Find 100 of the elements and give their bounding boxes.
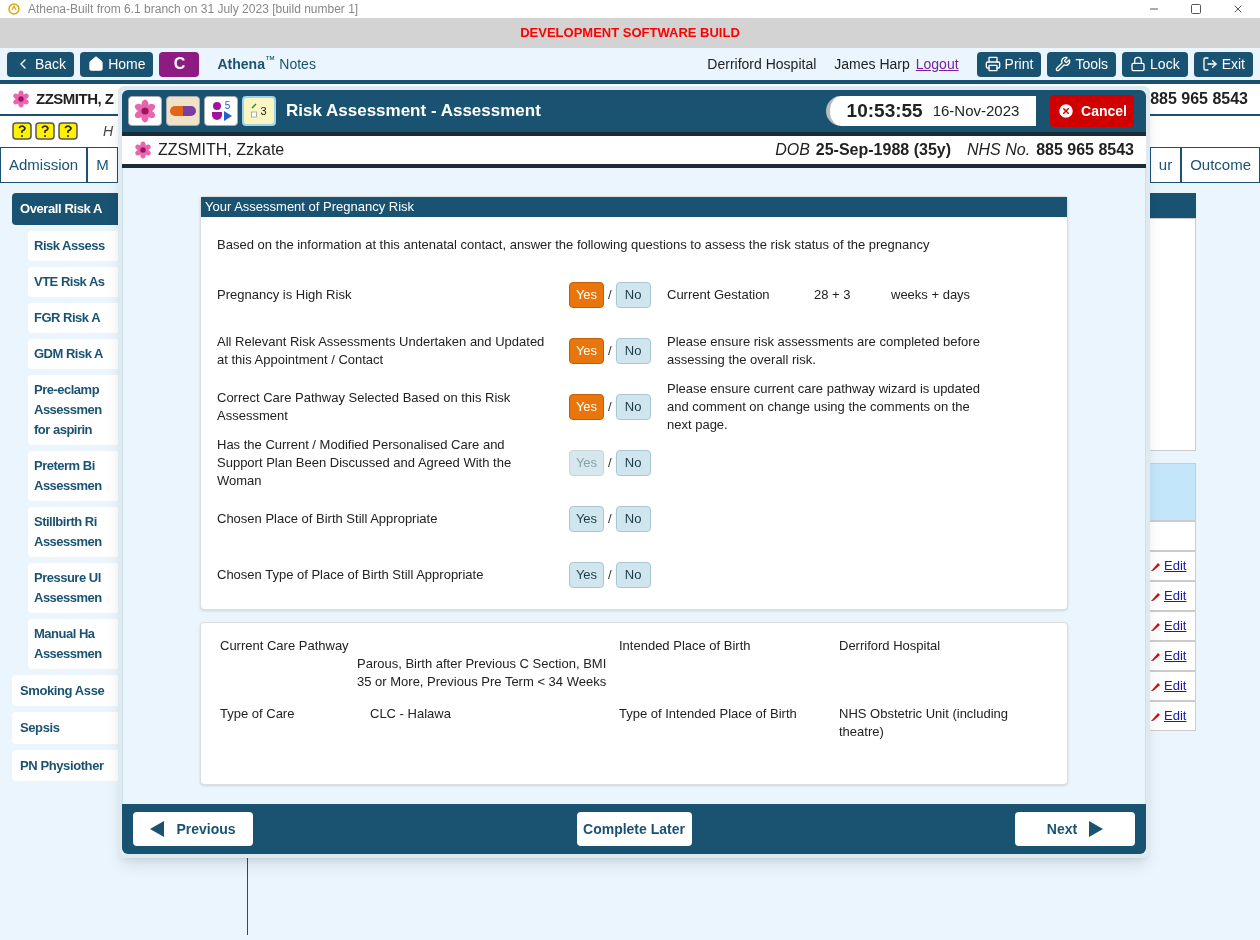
user-name: James Harp	[834, 54, 910, 74]
slash-separator: /	[608, 453, 612, 472]
question-label: Pregnancy is High Risk	[217, 285, 353, 304]
pencil-icon	[1150, 590, 1161, 602]
printer-icon	[984, 56, 1001, 72]
question-note: Please ensure risk assessments are completed before assessing the overall risk.	[667, 332, 981, 369]
home-icon	[88, 56, 105, 72]
close-icon[interactable]	[1232, 3, 1244, 15]
info-text: H	[103, 121, 114, 141]
clock-date: 16-Nov-2023	[932, 100, 1020, 121]
no-button[interactable]: No	[615, 561, 651, 588]
brand-name: Athena$^{™}$ Notes	[217, 53, 316, 74]
person-icon	[210, 101, 223, 121]
summary-value: NHS Obstetric Unit (including theatre)	[839, 705, 1010, 741]
person-tile[interactable]: 5	[204, 96, 238, 126]
capsule-icon	[170, 106, 196, 116]
slash-separator: /	[608, 341, 612, 360]
lock-icon	[1130, 56, 1147, 72]
flower-icon	[133, 99, 157, 123]
notes-tile[interactable]: 3	[242, 96, 276, 126]
checklist-icon	[251, 103, 258, 119]
exit-icon	[1201, 56, 1218, 72]
question-label: Chosen Place of Birth Still Appropriate	[217, 509, 439, 528]
clock-time: 10:53:55	[846, 98, 923, 123]
flower-tile[interactable]	[128, 96, 162, 126]
patient-name: ZZSMITH, Zzkate	[158, 140, 285, 160]
dialog-title: Risk Assessment - Assessment	[286, 100, 541, 123]
no-button[interactable]: No	[615, 337, 651, 364]
question-label: Chosen Type of Place of Birth Still Appropriate	[217, 565, 485, 584]
flower-icon	[134, 141, 152, 159]
slash-separator: /	[608, 509, 612, 528]
summary-value: Parous, Birth after Previous C Section, BMI 35 or More, Previous Pre Term < 34 Weeks	[357, 655, 608, 691]
close-icon	[1057, 102, 1076, 120]
tab[interactable]: Outcome	[1181, 147, 1260, 182]
summary-label: Intended Place of Birth	[619, 637, 752, 655]
no-button[interactable]: No	[615, 505, 651, 532]
play-icon	[223, 111, 232, 121]
logout-link[interactable]: Logout	[915, 53, 959, 75]
dob-label: DOB	[775, 140, 810, 160]
summary-label: Type of Care	[220, 705, 296, 723]
site-name: Derriford Hospital	[707, 54, 817, 74]
notes-count: 3	[260, 103, 267, 119]
tools-button[interactable]: Tools	[1047, 51, 1117, 77]
question-label: Correct Care Pathway Selected Based on this Risk Assessment	[217, 388, 512, 425]
dob-value: 25-Sep-1988 (35y)	[815, 140, 951, 160]
question-label: All Relevant Risk Assessments Undertaken and Updated at this Appointment / Contact	[217, 332, 546, 369]
gestation-unit: weeks + days	[891, 285, 971, 304]
next-button[interactable]: Next	[1015, 812, 1135, 846]
banner-text: DEVELOPMENT SOFTWARE BUILD	[520, 24, 740, 43]
yes-button[interactable]: Yes	[569, 561, 604, 588]
summary-value: Derriford Hospital	[839, 637, 942, 655]
nhs-number: 885 965 8543	[1150, 89, 1248, 109]
list-help-icon[interactable]	[12, 122, 32, 140]
pencil-icon	[1150, 710, 1161, 722]
c-button[interactable]: C	[159, 51, 200, 77]
right-arrow-icon	[1089, 821, 1104, 837]
count-label: 5	[224, 101, 231, 111]
no-button[interactable]: No	[615, 393, 651, 420]
yes-button[interactable]: Yes	[569, 505, 604, 532]
lock-button[interactable]: Lock	[1122, 51, 1188, 77]
patient-name: ZZSMITH, Z	[36, 88, 114, 109]
maximize-icon[interactable]	[1190, 3, 1202, 15]
slash-separator: /	[608, 285, 612, 304]
complete-later-button[interactable]: Complete Later	[576, 812, 692, 846]
gestation-label: Current Gestation	[667, 285, 771, 304]
pencil-icon	[1150, 680, 1161, 692]
capsule-tile[interactable]	[166, 96, 200, 126]
panel-header	[1147, 193, 1196, 218]
intro-text: Based on the information at this antenatal contact, answer the following questions to assess the risk status of the pregnancy	[216, 236, 931, 254]
exit-button[interactable]: Exit	[1193, 51, 1253, 77]
no-button[interactable]: No	[615, 449, 651, 476]
flower-icon	[12, 90, 30, 108]
cancel-button[interactable]: Cancel	[1050, 95, 1134, 127]
question-label: Has the Current / Modified Personalised Care and Support Plan Been Discussed and Agreed With the Woman	[217, 435, 513, 490]
tab[interactable]: M	[87, 147, 118, 182]
section-title: Your Assessment of Pregnancy Risk	[205, 198, 415, 217]
home-button[interactable]: Home	[80, 51, 154, 77]
pencil-icon	[1150, 650, 1161, 662]
slash-separator: /	[608, 397, 612, 416]
highlight-row	[1147, 463, 1196, 521]
nhs-number: 885 965 8543	[1036, 140, 1134, 160]
pencil-icon	[1150, 620, 1161, 632]
print-button[interactable]: Print	[976, 51, 1042, 77]
previous-button[interactable]: Previous	[133, 812, 253, 846]
summary-value: CLC - Halawa	[369, 705, 452, 723]
tools-icon	[1055, 56, 1072, 72]
nhs-label: NHS No.	[967, 140, 1031, 160]
tab[interactable]: Admission	[0, 147, 88, 182]
summary-label: Type of Intended Place of Birth	[619, 705, 798, 723]
slash-separator: /	[608, 565, 612, 584]
summary-label: Current Care Pathway	[220, 637, 350, 655]
back-button[interactable]: Back	[7, 51, 75, 77]
app-icon	[8, 3, 20, 15]
gestation-value: 28 + 3	[814, 285, 852, 304]
left-arrow-icon	[150, 821, 165, 837]
window-title: Athena-Built from 6.1 branch on 31 July 2023 [build number 1]	[28, 1, 359, 18]
no-button[interactable]: No	[615, 281, 651, 308]
help-icon[interactable]	[35, 122, 55, 140]
help-icon[interactable]	[58, 122, 78, 140]
tab[interactable]: ur	[1149, 147, 1182, 182]
